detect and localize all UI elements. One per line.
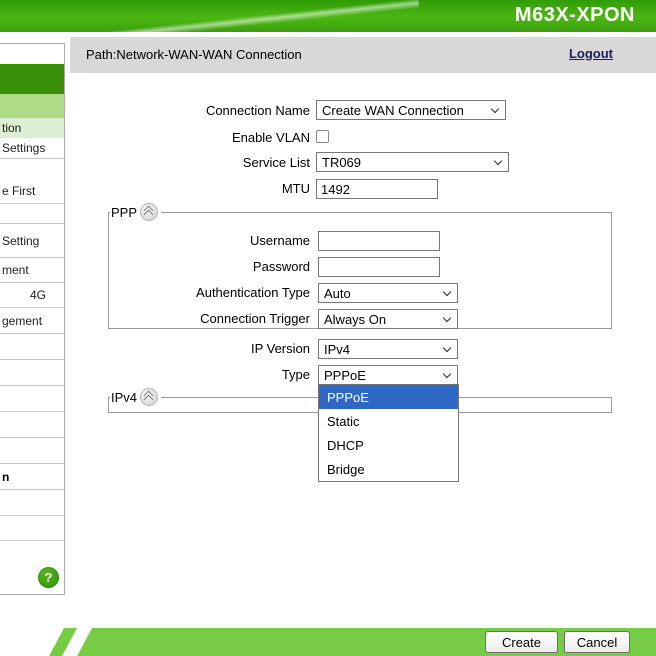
sidebar-item[interactable] [0,360,64,386]
sidebar-item[interactable] [0,334,64,360]
chevron-down-icon [491,105,499,113]
chevron-down-icon [494,157,502,165]
sidebar-subgroup-header[interactable] [0,94,64,118]
type-dropdown-list: PPPoE Static DHCP Bridge [318,384,459,482]
chevron-down-icon [443,344,451,352]
mtu-label: MTU [282,181,310,196]
sidebar-menu: tion Settings e First Setting ment 4G ge… [0,43,65,595]
authentication-type-value: Auto [324,286,351,301]
app-title: M63X-XPON [515,4,635,27]
create-button[interactable]: Create [485,631,558,653]
ip-version-select[interactable]: IPv4 [318,339,458,359]
dropdown-option-dhcp[interactable]: DHCP [319,433,458,457]
app-header: M63X-XPON [0,0,656,32]
sidebar-item[interactable] [0,438,64,464]
enable-vlan-checkbox[interactable] [316,130,329,143]
ipv4-legend: IPv4 [110,388,161,406]
service-list-label: Service List [243,155,310,170]
mtu-input[interactable] [316,179,438,199]
username-input[interactable] [318,231,440,251]
sidebar-item[interactable]: n [0,464,64,490]
connection-trigger-select[interactable]: Always On [318,309,458,329]
type-label: Type [282,367,310,382]
enable-vlan-label: Enable VLAN [232,130,310,145]
sidebar-item[interactable]: e First [0,159,64,204]
sidebar-item[interactable] [0,386,64,412]
service-list-select[interactable]: TR069 [316,152,509,172]
dropdown-option-static[interactable]: Static [319,409,458,433]
connection-name-select[interactable]: Create WAN Connection [316,100,506,120]
dropdown-option-pppoe[interactable]: PPPoE [319,385,458,409]
sidebar-item[interactable] [0,516,64,541]
connection-name-label: Connection Name [206,103,310,118]
path-bar: Path:Network-WAN-WAN Connection Logout [70,37,656,73]
sidebar-item[interactable] [0,412,64,438]
sidebar-item[interactable]: ment [0,258,64,283]
sidebar-item[interactable]: Settings [0,138,64,159]
authentication-type-select[interactable]: Auto [318,283,458,303]
sidebar-item[interactable]: gement [0,308,64,334]
logout-link[interactable]: Logout [569,46,613,61]
ipv4-collapse-button[interactable] [140,388,158,406]
header-swoosh-decoration [0,0,421,32]
service-list-value: TR069 [322,155,361,170]
ppp-collapse-button[interactable] [140,203,158,221]
chevron-down-icon [443,370,451,378]
password-input[interactable] [318,257,440,277]
type-select[interactable]: PPPoE [318,365,458,385]
footer-accent-stripe [49,628,77,656]
breadcrumb: Path:Network-WAN-WAN Connection [86,47,302,62]
chevron-down-icon [443,314,451,322]
ip-version-label: IP Version [251,341,310,356]
sidebar-item-active[interactable]: tion [0,118,64,138]
cancel-button[interactable]: Cancel [564,631,630,653]
connection-trigger-value: Always On [324,312,386,327]
sidebar-item[interactable] [0,490,64,516]
sidebar-item[interactable]: Setting [0,224,64,258]
sidebar-item[interactable] [0,204,64,224]
type-value: PPPoE [324,368,366,383]
sidebar-footer: ? [0,541,64,594]
chevron-down-icon [443,288,451,296]
connection-name-value: Create WAN Connection [322,103,464,118]
dropdown-option-bridge[interactable]: Bridge [319,457,458,481]
help-icon[interactable]: ? [38,567,59,588]
sidebar-item [0,44,64,64]
ppp-legend: PPP [110,203,161,221]
sidebar-group-header[interactable] [0,64,64,94]
sidebar-item[interactable]: 4G [0,283,64,308]
ip-version-value: IPv4 [324,342,350,357]
